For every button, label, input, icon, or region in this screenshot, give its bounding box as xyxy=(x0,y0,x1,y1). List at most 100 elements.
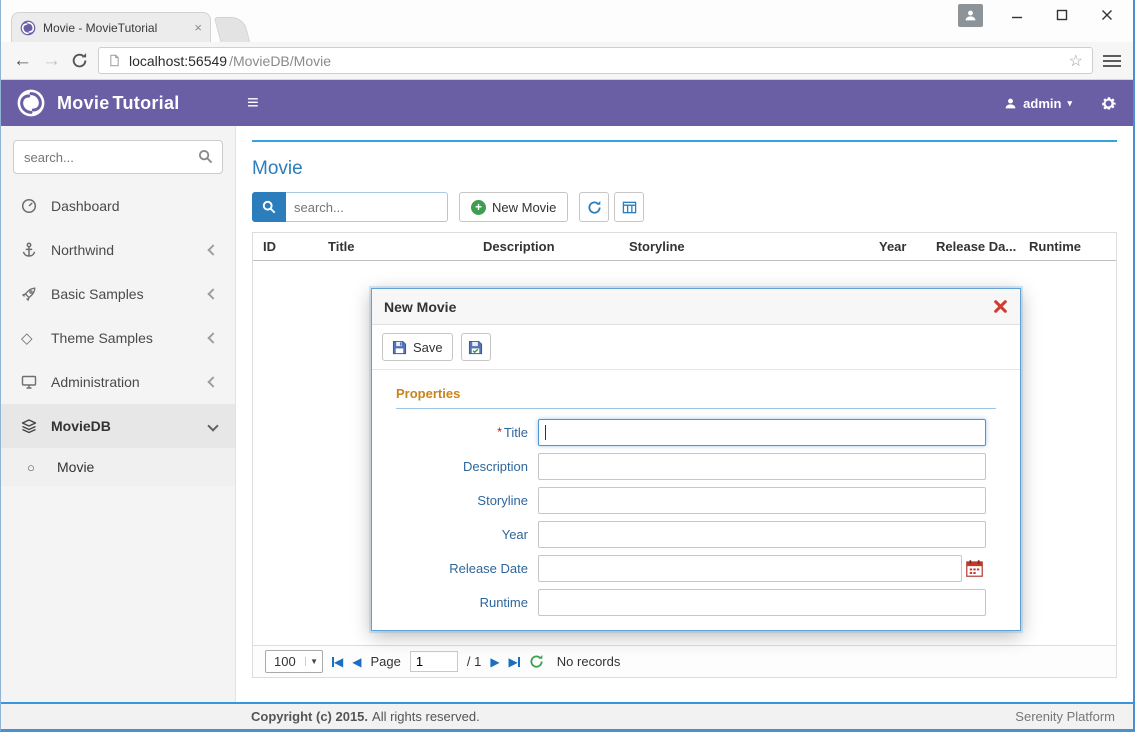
grid-search-input[interactable] xyxy=(286,192,448,222)
minimize-button[interactable] xyxy=(994,0,1039,29)
person-icon xyxy=(1004,97,1017,110)
floppy-apply-icon xyxy=(468,340,483,355)
sidebar-item-basic-samples[interactable]: Basic Samples xyxy=(1,272,235,316)
field-row-runtime: Runtime xyxy=(396,589,996,616)
sidebar-item-dashboard[interactable]: Dashboard xyxy=(1,184,235,228)
triangle-right-icon: ▶ xyxy=(490,655,499,669)
new-tab-button[interactable] xyxy=(214,17,251,42)
apply-changes-button[interactable] xyxy=(461,333,491,361)
sidebar-item-movie[interactable]: ○ Movie xyxy=(1,448,235,486)
browser-menu-button[interactable] xyxy=(1103,55,1121,67)
brand-title: MovieTutorial xyxy=(57,93,180,114)
column-header-id[interactable]: ID xyxy=(253,239,318,254)
chevron-left-icon xyxy=(207,244,218,255)
field-row-description: Description xyxy=(396,453,996,480)
storyline-label: Storyline xyxy=(396,493,538,508)
favicon-swirl-icon xyxy=(20,20,36,36)
browser-profile-button[interactable] xyxy=(958,4,983,27)
sidebar-item-theme-samples[interactable]: ◇ Theme Samples xyxy=(1,316,235,360)
rocket-icon xyxy=(21,286,41,302)
page-doc-icon xyxy=(108,53,121,68)
user-menu[interactable]: admin ▾ xyxy=(1004,96,1072,111)
url-host: localhost:56549 xyxy=(129,53,227,69)
sidebar-item-moviedb[interactable]: MovieDB xyxy=(1,404,235,448)
title-label: *Title xyxy=(396,425,538,440)
storyline-input[interactable] xyxy=(538,487,986,514)
back-button[interactable]: ← xyxy=(13,51,32,70)
address-bar[interactable]: localhost:56549 /MovieDB/Movie ☆ xyxy=(98,47,1093,74)
copyright-text: Copyright (c) 2015.All rights reserved. xyxy=(251,709,480,724)
grid-search-button[interactable] xyxy=(252,192,286,222)
select-caret-icon: ▼ xyxy=(305,657,322,666)
close-x-icon xyxy=(993,299,1008,314)
column-header-title[interactable]: Title xyxy=(318,239,473,254)
column-header-description[interactable]: Description xyxy=(473,239,619,254)
page-number-input[interactable] xyxy=(410,651,458,672)
save-button[interactable]: Save xyxy=(382,333,453,361)
previous-page-button[interactable]: ◀ xyxy=(352,655,361,669)
page-title: Movie xyxy=(252,158,1117,180)
platform-text: Serenity Platform xyxy=(1015,709,1115,724)
release-date-input[interactable] xyxy=(538,555,962,582)
triangle-left-icon: ◀ xyxy=(352,655,361,669)
person-icon xyxy=(964,9,977,22)
first-page-button[interactable]: ◀ xyxy=(332,655,343,669)
last-page-button[interactable]: ▶ xyxy=(509,655,520,669)
refresh-button[interactable] xyxy=(579,192,609,222)
gauge-icon xyxy=(21,198,41,214)
search-icon xyxy=(198,149,213,164)
new-movie-dialog: New Movie Save Properties *Title Descrip… xyxy=(371,288,1021,631)
calendar-picker-button[interactable] xyxy=(965,559,984,578)
dialog-body: Properties *Title Description Storyline … xyxy=(372,370,1020,630)
sidebar-search-input[interactable] xyxy=(13,140,223,174)
page-size-select[interactable]: 100 ▼ xyxy=(265,650,323,673)
runtime-input[interactable] xyxy=(538,589,986,616)
tab-title: Movie - MovieTutorial xyxy=(43,21,187,35)
column-picker-button[interactable] xyxy=(614,192,644,222)
column-header-release-date[interactable]: Release Da... xyxy=(926,239,1019,254)
sidebar-toggle-button[interactable]: ≡ xyxy=(247,92,259,115)
next-page-button[interactable]: ▶ xyxy=(490,655,499,669)
refresh-icon xyxy=(529,654,544,669)
plus-icon: + xyxy=(471,200,486,215)
close-window-button[interactable] xyxy=(1084,0,1129,29)
pager-refresh-button[interactable] xyxy=(529,654,544,669)
bookmark-star-icon[interactable]: ☆ xyxy=(1069,51,1083,71)
year-label: Year xyxy=(396,527,538,542)
dialog-toolbar: Save xyxy=(372,325,1020,370)
properties-section-title: Properties xyxy=(396,382,996,409)
tab-close-icon[interactable]: × xyxy=(194,20,202,35)
browser-titlebar: Movie - MovieTutorial × xyxy=(1,0,1133,42)
page-total: / 1 xyxy=(467,654,481,669)
column-header-runtime[interactable]: Runtime xyxy=(1019,239,1116,254)
window-controls xyxy=(994,0,1129,29)
calendar-icon xyxy=(965,559,984,578)
year-input[interactable] xyxy=(538,521,986,548)
title-input[interactable] xyxy=(538,419,986,446)
settings-gear-button[interactable] xyxy=(1100,95,1117,112)
grid-pager: 100 ▼ ◀ ◀ Page / 1 ▶ ▶ xyxy=(253,645,1116,677)
browser-tab[interactable]: Movie - MovieTutorial × xyxy=(11,12,211,42)
triangle-left-icon: ◀ xyxy=(334,655,343,669)
floppy-save-icon xyxy=(392,340,407,355)
sidebar-item-administration[interactable]: Administration xyxy=(1,360,235,404)
new-movie-button[interactable]: + New Movie xyxy=(459,192,568,222)
circle-icon: ○ xyxy=(27,460,47,475)
chevron-left-icon xyxy=(207,288,218,299)
dialog-title: New Movie xyxy=(384,299,456,315)
chevron-left-icon xyxy=(207,376,218,387)
column-header-year[interactable]: Year xyxy=(869,239,926,254)
sidebar-item-northwind[interactable]: Northwind xyxy=(1,228,235,272)
field-row-title: *Title xyxy=(396,419,996,446)
content-top-rule xyxy=(252,140,1117,142)
pager-status: No records xyxy=(557,654,621,669)
app-logo-swirl-icon xyxy=(17,89,45,117)
description-input[interactable] xyxy=(538,453,986,480)
dialog-close-button[interactable] xyxy=(993,299,1008,314)
column-header-storyline[interactable]: Storyline xyxy=(619,239,869,254)
reload-button[interactable] xyxy=(71,52,88,69)
maximize-button[interactable] xyxy=(1039,0,1084,29)
chevron-down-icon xyxy=(207,420,218,431)
dialog-titlebar[interactable]: New Movie xyxy=(372,289,1020,325)
app-header: MovieTutorial ≡ admin ▾ xyxy=(1,80,1133,126)
